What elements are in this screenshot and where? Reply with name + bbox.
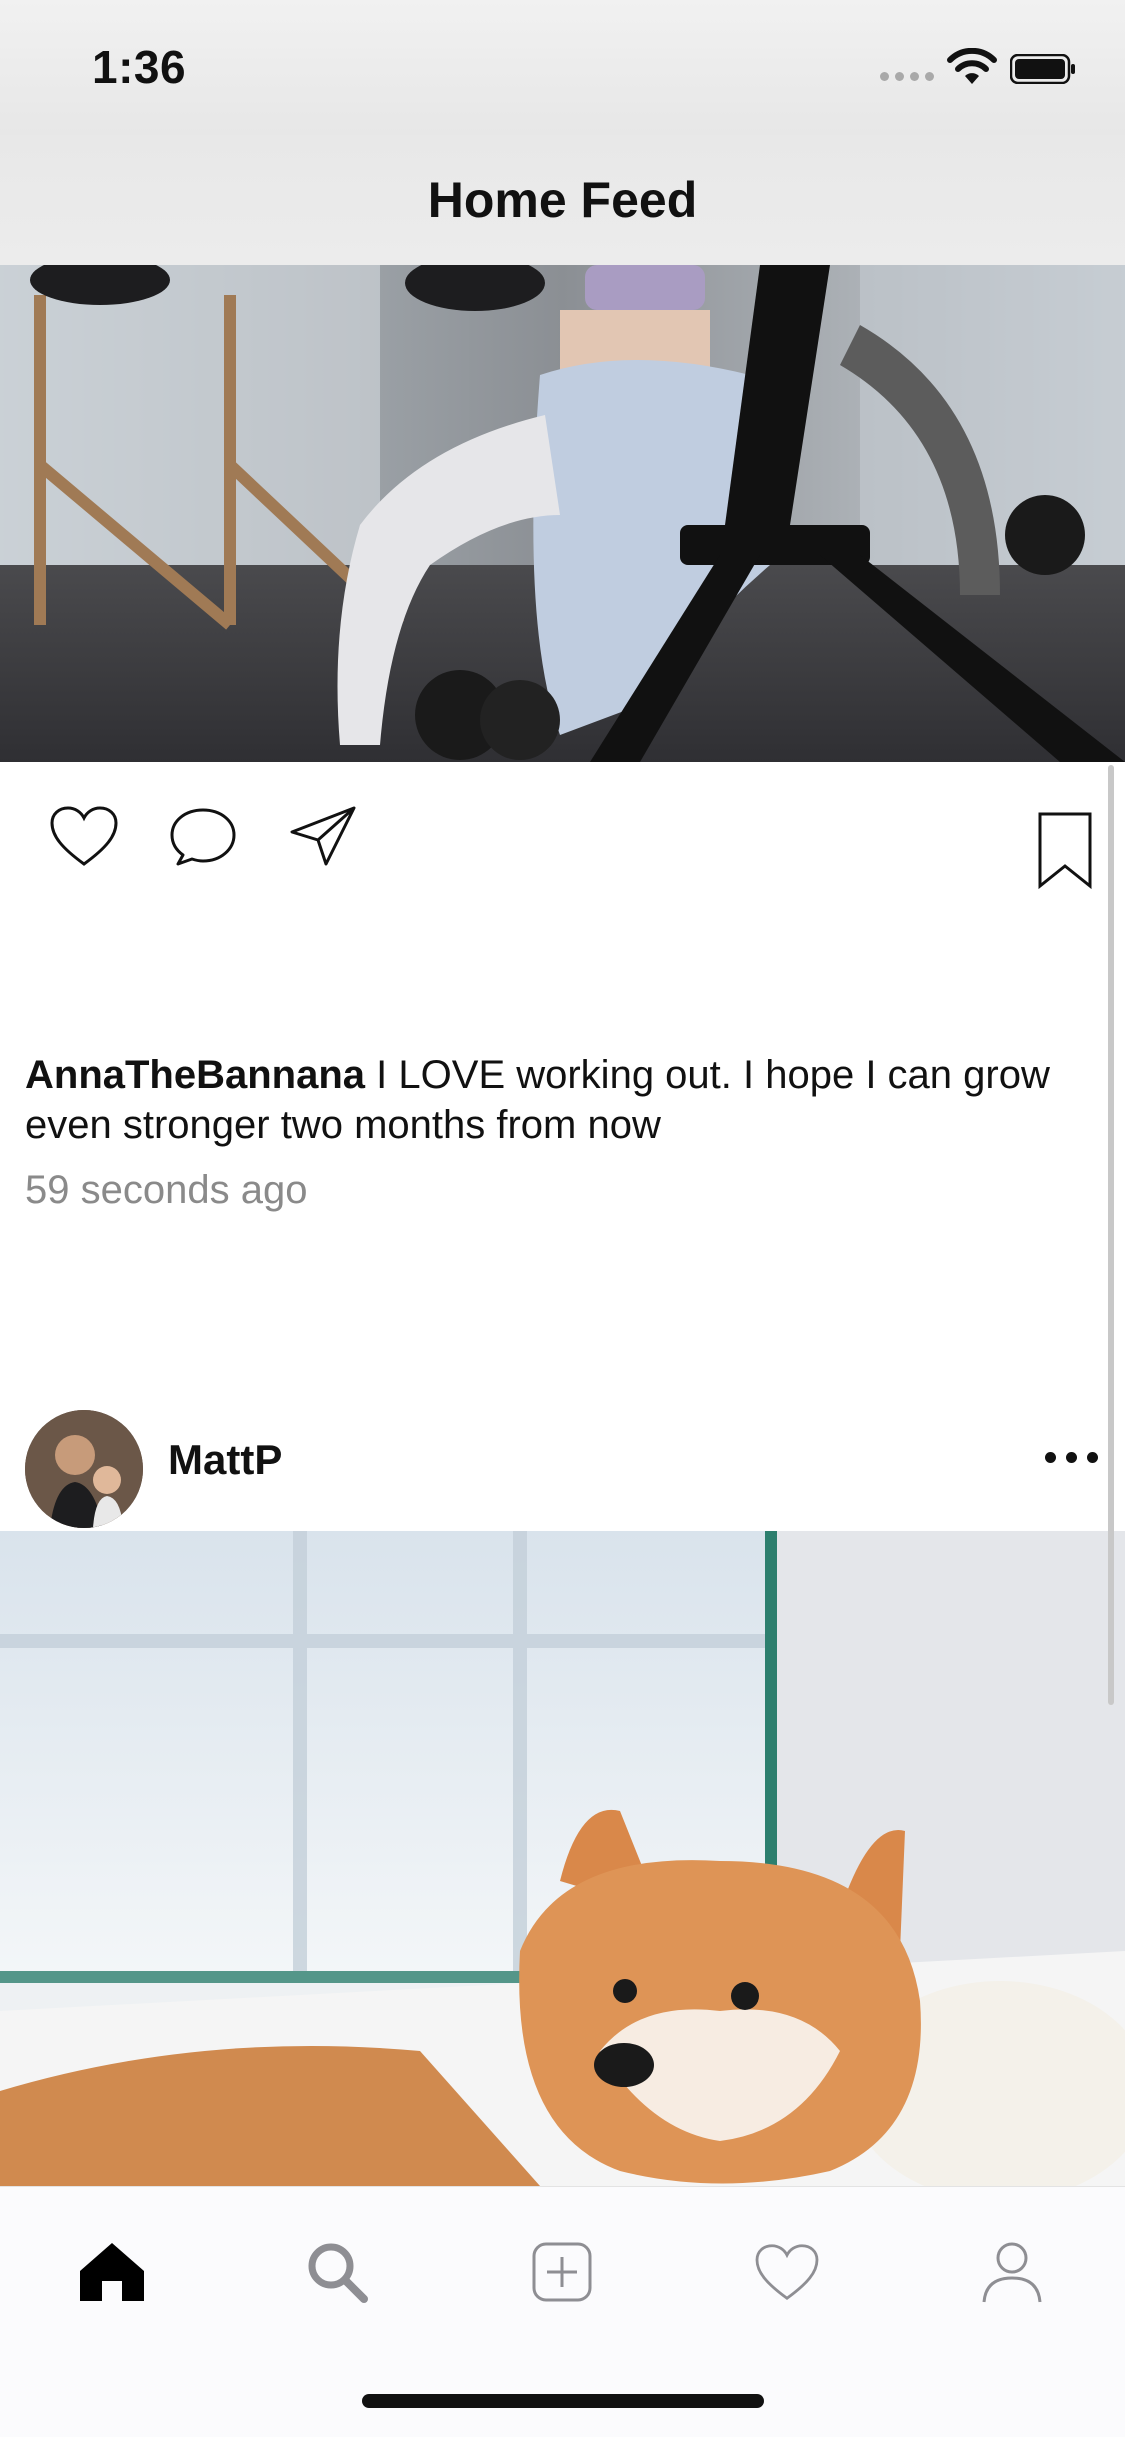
post-username[interactable]: MattP (168, 1436, 282, 1484)
more-dots-icon[interactable] (1045, 1452, 1098, 1463)
status-bar: 1:36 (0, 0, 1125, 135)
heart-icon[interactable] (48, 804, 120, 868)
battery-icon (1010, 54, 1075, 84)
home-indicator (362, 2394, 764, 2408)
bookmark-icon[interactable] (1036, 810, 1094, 890)
tab-activity[interactable] (742, 2227, 832, 2317)
add-post-icon (532, 2242, 592, 2302)
navigation-bar: Home Feed (0, 135, 1125, 266)
tab-profile[interactable] (967, 2227, 1057, 2317)
page-title: Home Feed (427, 172, 698, 228)
post-caption: AnnaTheBannana I LOVE working out. I hop… (25, 1050, 1085, 1150)
avatar[interactable] (25, 1410, 143, 1528)
comment-icon[interactable] (168, 806, 238, 868)
scrollbar[interactable] (1108, 765, 1114, 1705)
profile-icon (982, 2242, 1042, 2303)
post-timestamp: 59 seconds ago (25, 1168, 308, 1212)
tab-home[interactable] (67, 2227, 157, 2317)
home-icon (80, 2243, 144, 2301)
tab-search[interactable] (292, 2227, 382, 2317)
share-icon[interactable] (288, 804, 358, 868)
activity-heart-icon (755, 2244, 819, 2300)
tab-add-post[interactable] (517, 2227, 607, 2317)
post-photo[interactable] (0, 1531, 1125, 2186)
caption-username[interactable]: AnnaTheBannana (25, 1053, 365, 1097)
post-photo[interactable] (0, 265, 1125, 762)
wifi-icon (947, 48, 997, 84)
status-time: 1:36 (92, 41, 187, 93)
search-icon (308, 2243, 368, 2303)
cellular-signal-icon (880, 72, 934, 81)
